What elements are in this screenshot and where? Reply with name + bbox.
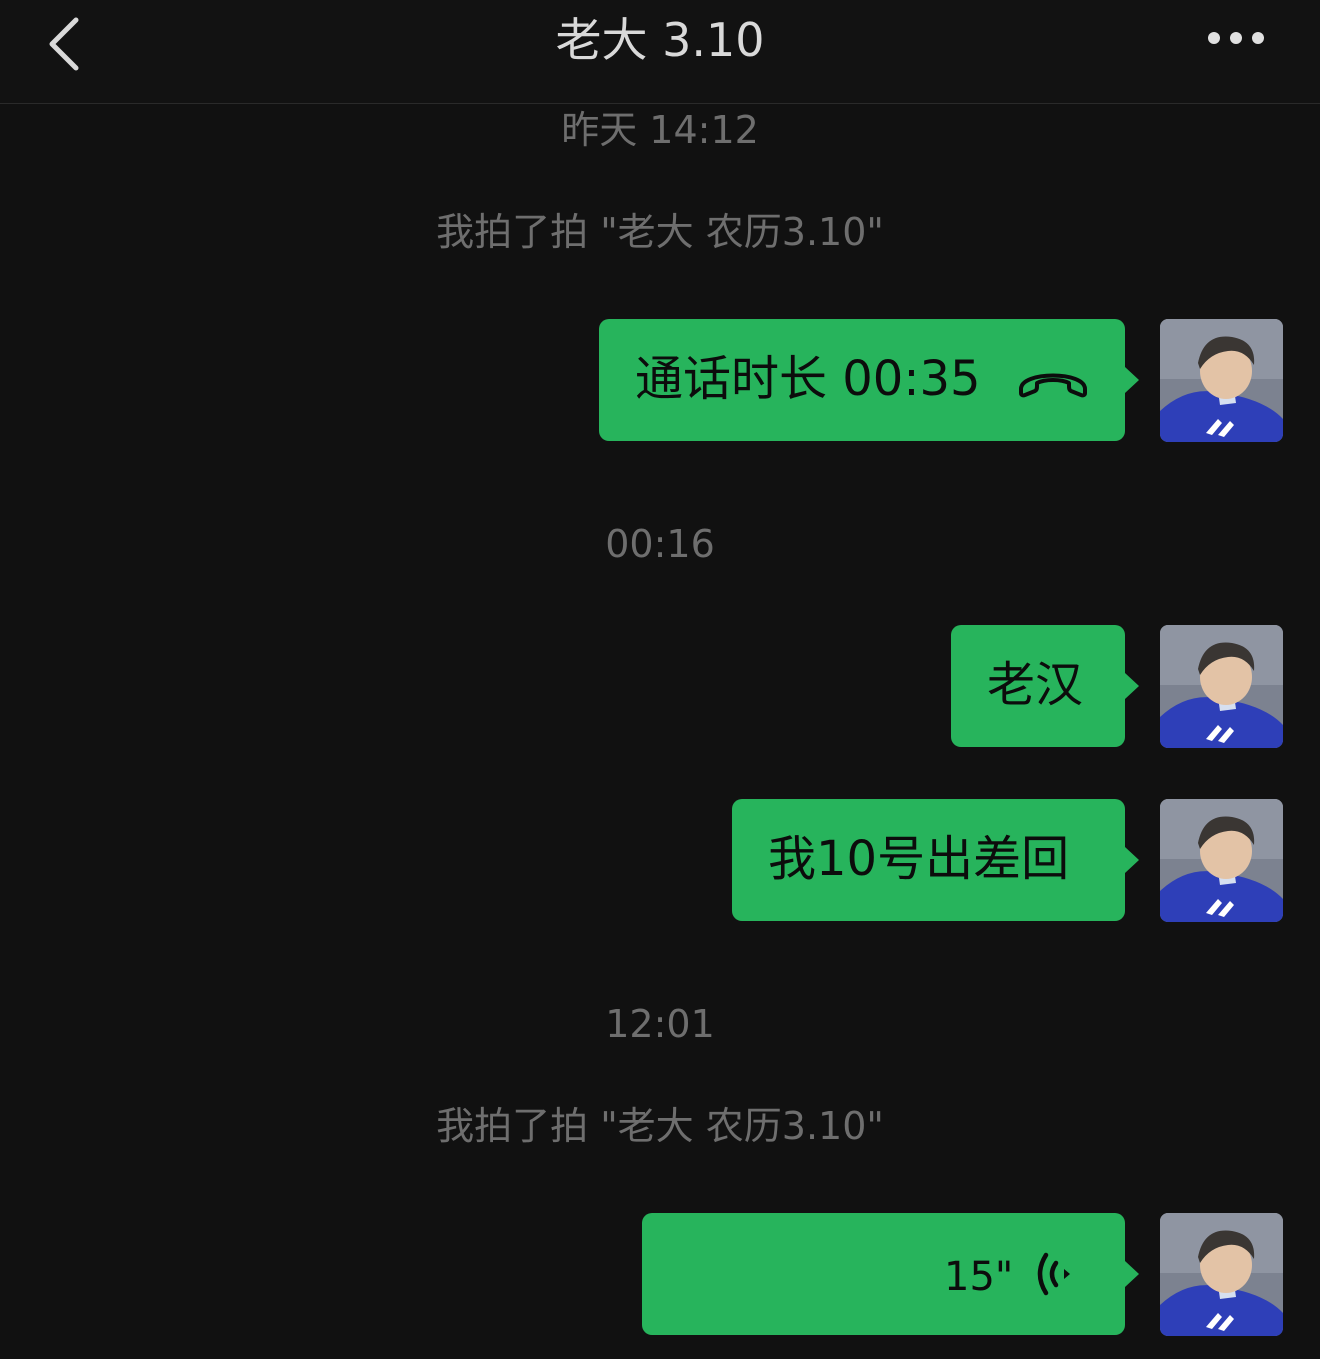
message-text: 老汉: [987, 657, 1084, 713]
chat-header: 老大 3.10: [0, 0, 1320, 104]
voice-wave-icon: [1037, 1252, 1070, 1296]
call-record-bubble[interactable]: 通话时长 00:35: [599, 319, 1139, 441]
avatar[interactable]: [1160, 1213, 1283, 1336]
message-bubble[interactable]: 老汉: [951, 625, 1139, 747]
call-duration-text: 通话时长 00:35: [635, 351, 981, 407]
avatar-image: [1160, 319, 1283, 442]
avatar[interactable]: [1160, 799, 1283, 922]
timestamp: 12:01: [605, 1002, 715, 1046]
avatar[interactable]: [1160, 625, 1283, 748]
message-text: 我10号出差回: [768, 831, 1070, 887]
timestamp: 00:16: [605, 522, 715, 566]
phone-hangup-icon: [1019, 373, 1087, 398]
message-bubble[interactable]: 我10号出差回: [732, 799, 1139, 921]
more-dots-icon: [1208, 32, 1264, 44]
timestamp: 昨天 14:12: [561, 108, 759, 152]
voice-duration: 15": [944, 1254, 1014, 1300]
avatar[interactable]: [1160, 319, 1283, 442]
voice-message-bubble[interactable]: 15": [642, 1213, 1139, 1335]
pat-notice: 我拍了拍 "老大 农历3.10": [436, 210, 884, 254]
chat-title: 老大 3.10: [555, 13, 765, 67]
pat-notice: 我拍了拍 "老大 农历3.10": [436, 1104, 884, 1148]
more-button[interactable]: [1196, 18, 1276, 58]
avatar-image: [1160, 799, 1283, 922]
avatar-image: [1160, 1213, 1283, 1336]
avatar-image: [1160, 625, 1283, 748]
